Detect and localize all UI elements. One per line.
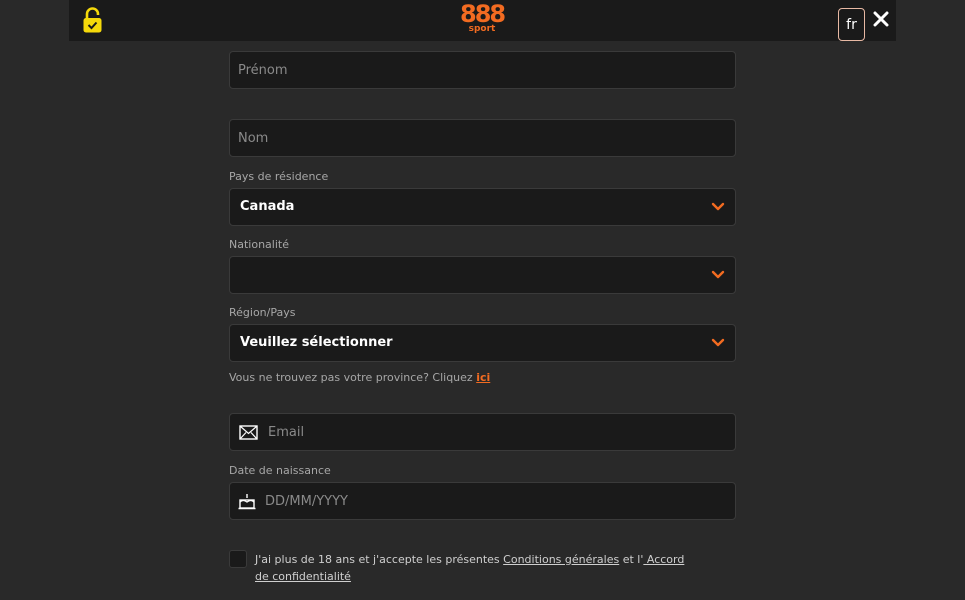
- terms-checkbox[interactable]: [229, 550, 247, 568]
- region-label: Région/Pays: [229, 306, 296, 319]
- birthdate-field[interactable]: [229, 482, 736, 520]
- terms-text: J'ai plus de 18 ans et j'accepte les pré…: [255, 551, 685, 585]
- region-value: Veuillez sélectionner: [240, 335, 393, 350]
- terms-prefix: J'ai plus de 18 ans et j'accepte les pré…: [255, 553, 504, 566]
- chevron-down-icon: [711, 270, 725, 279]
- close-icon[interactable]: [873, 11, 889, 27]
- chevron-down-icon: [711, 338, 725, 347]
- brand-logo[interactable]: 888 sport: [460, 1, 506, 37]
- birthdate-input[interactable]: [230, 483, 735, 519]
- first-name-input[interactable]: [230, 52, 735, 88]
- envelope-icon: [239, 425, 258, 440]
- country-label: Pays de résidence: [229, 170, 329, 183]
- terms-middle: et l': [619, 553, 644, 566]
- last-name-field[interactable]: [229, 119, 736, 157]
- country-value: Canada: [240, 199, 295, 214]
- province-help-text: Vous ne trouvez pas votre province? Cliq…: [229, 371, 490, 384]
- language-button[interactable]: fr: [838, 8, 865, 41]
- nationality-select[interactable]: [229, 256, 736, 294]
- first-name-field[interactable]: [229, 51, 736, 89]
- birthdate-label: Date de naissance: [229, 464, 331, 477]
- chevron-down-icon: [711, 202, 725, 211]
- lock-icon[interactable]: [83, 7, 102, 33]
- email-field[interactable]: [229, 413, 736, 451]
- email-input[interactable]: [230, 414, 735, 450]
- cake-icon: [238, 494, 256, 510]
- country-select[interactable]: Canada: [229, 188, 736, 226]
- province-help-label: Vous ne trouvez pas votre province? Cliq…: [229, 371, 477, 384]
- top-bar: 888 sport fr: [69, 0, 896, 41]
- region-select[interactable]: Veuillez sélectionner: [229, 324, 736, 362]
- province-help-link[interactable]: ici: [476, 371, 490, 384]
- nationality-label: Nationalité: [229, 238, 289, 251]
- last-name-input[interactable]: [230, 120, 735, 156]
- conditions-link[interactable]: Conditions générales: [503, 553, 619, 566]
